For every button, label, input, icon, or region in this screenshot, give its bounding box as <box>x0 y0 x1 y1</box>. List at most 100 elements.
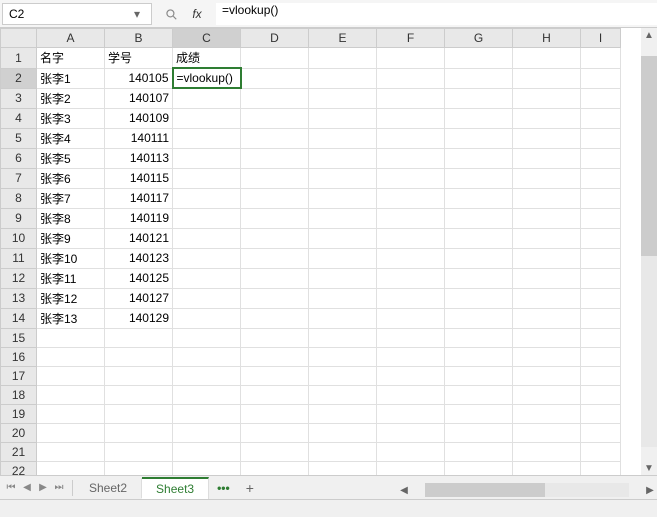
cell[interactable] <box>445 268 513 288</box>
active-cell[interactable]: =vlookup() <box>173 68 241 88</box>
tab-more-icon[interactable]: ••• <box>209 481 238 495</box>
cell[interactable] <box>241 128 309 148</box>
cell[interactable] <box>241 404 309 423</box>
cell[interactable] <box>513 366 581 385</box>
cell[interactable] <box>377 442 445 461</box>
cell[interactable] <box>173 128 241 148</box>
cell[interactable] <box>309 347 377 366</box>
select-all-corner[interactable] <box>1 29 37 48</box>
cell[interactable] <box>377 168 445 188</box>
cell[interactable] <box>241 188 309 208</box>
cell[interactable] <box>377 148 445 168</box>
cell[interactable] <box>309 48 377 69</box>
cell[interactable] <box>445 188 513 208</box>
cell[interactable] <box>173 228 241 248</box>
cell[interactable] <box>309 88 377 108</box>
cell[interactable] <box>513 442 581 461</box>
cell[interactable] <box>173 108 241 128</box>
cell[interactable] <box>581 148 621 168</box>
cell[interactable] <box>513 128 581 148</box>
cell[interactable]: 张李13 <box>37 308 105 328</box>
cell[interactable] <box>309 268 377 288</box>
cell[interactable]: 140127 <box>105 288 173 308</box>
row-header[interactable]: 3 <box>1 88 37 108</box>
cell[interactable] <box>37 385 105 404</box>
cell[interactable] <box>309 328 377 347</box>
cell[interactable] <box>581 268 621 288</box>
hscroll-track[interactable] <box>425 483 629 497</box>
row-header[interactable]: 14 <box>1 308 37 328</box>
cell[interactable] <box>445 168 513 188</box>
cell[interactable]: 张李2 <box>37 88 105 108</box>
col-header-H[interactable]: H <box>513 29 581 48</box>
cell[interactable] <box>241 268 309 288</box>
row-header[interactable]: 11 <box>1 248 37 268</box>
vertical-scrollbar[interactable]: ▲ ▼ <box>641 28 657 475</box>
scroll-left-icon[interactable]: ◀ <box>397 483 411 497</box>
row-header[interactable]: 21 <box>1 442 37 461</box>
cell[interactable] <box>581 366 621 385</box>
cell[interactable] <box>445 347 513 366</box>
cell[interactable] <box>377 88 445 108</box>
row-header[interactable]: 5 <box>1 128 37 148</box>
cell[interactable] <box>377 268 445 288</box>
cell[interactable] <box>173 168 241 188</box>
cell[interactable] <box>581 385 621 404</box>
cell[interactable] <box>241 328 309 347</box>
cell[interactable] <box>173 248 241 268</box>
col-header-E[interactable]: E <box>309 29 377 48</box>
cell[interactable] <box>445 423 513 442</box>
cell[interactable] <box>37 442 105 461</box>
cell[interactable] <box>445 288 513 308</box>
cell[interactable]: 140107 <box>105 88 173 108</box>
cell[interactable] <box>513 188 581 208</box>
col-header-G[interactable]: G <box>445 29 513 48</box>
vscroll-track[interactable] <box>641 56 657 447</box>
row-header[interactable]: 18 <box>1 385 37 404</box>
cell[interactable] <box>581 228 621 248</box>
cell[interactable]: 张李5 <box>37 148 105 168</box>
cell[interactable] <box>581 208 621 228</box>
cell[interactable] <box>241 88 309 108</box>
cell[interactable] <box>309 68 377 88</box>
cell[interactable] <box>241 68 309 88</box>
cell[interactable]: 张李12 <box>37 288 105 308</box>
cell[interactable]: 140109 <box>105 108 173 128</box>
row-header[interactable]: 1 <box>1 48 37 69</box>
cell[interactable] <box>37 366 105 385</box>
cell[interactable] <box>37 347 105 366</box>
cell[interactable] <box>377 248 445 268</box>
cell[interactable] <box>105 385 173 404</box>
cell[interactable] <box>513 404 581 423</box>
cell[interactable] <box>309 385 377 404</box>
row-header[interactable]: 20 <box>1 423 37 442</box>
cell[interactable] <box>513 208 581 228</box>
scroll-down-icon[interactable]: ▼ <box>641 461 657 475</box>
cell[interactable] <box>445 248 513 268</box>
col-header-C[interactable]: C <box>173 29 241 48</box>
cell[interactable] <box>445 148 513 168</box>
cell[interactable] <box>581 404 621 423</box>
cell[interactable] <box>513 385 581 404</box>
cell[interactable]: 140123 <box>105 248 173 268</box>
cell[interactable] <box>513 248 581 268</box>
cell[interactable]: 名字 <box>37 48 105 69</box>
cell[interactable] <box>309 128 377 148</box>
cell[interactable] <box>241 366 309 385</box>
cell[interactable] <box>377 188 445 208</box>
hscroll-thumb[interactable] <box>425 483 545 497</box>
tab-last-icon[interactable]: ⏭ <box>52 481 66 495</box>
row-header[interactable]: 2 <box>1 68 37 88</box>
cell[interactable] <box>513 308 581 328</box>
cell[interactable] <box>581 442 621 461</box>
cell[interactable] <box>377 328 445 347</box>
row-header[interactable]: 17 <box>1 366 37 385</box>
row-header[interactable]: 7 <box>1 168 37 188</box>
scroll-up-icon[interactable]: ▲ <box>641 28 657 42</box>
cell[interactable] <box>377 128 445 148</box>
cell[interactable] <box>309 404 377 423</box>
cell[interactable] <box>377 308 445 328</box>
cell[interactable] <box>241 385 309 404</box>
cell[interactable] <box>513 288 581 308</box>
cell[interactable] <box>513 48 581 69</box>
